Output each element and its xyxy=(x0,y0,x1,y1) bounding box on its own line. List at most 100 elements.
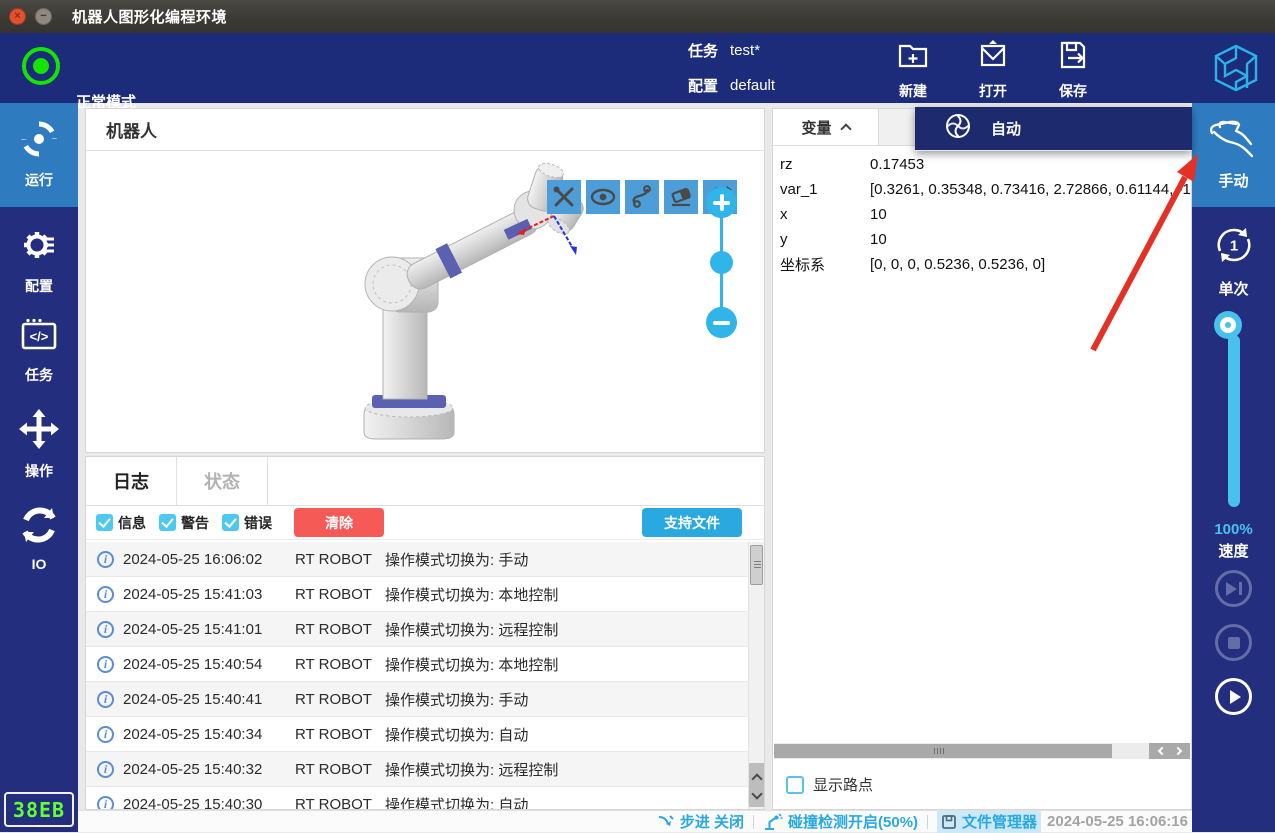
scrollbar-buttons xyxy=(1149,743,1190,759)
sidebar-item-config[interactable]: 配置 xyxy=(0,221,78,301)
log-row[interactable]: i 2024-05-25 15:40:41 RT ROBOT 操作模式切换为: … xyxy=(86,682,749,717)
scrollbar-thumb[interactable] xyxy=(774,744,1112,758)
sidebar-item-operate[interactable]: 操作 xyxy=(0,403,78,487)
zoom-in-button[interactable] xyxy=(706,187,737,218)
error-checkbox-label: 错误 xyxy=(244,513,272,533)
tools-button[interactable] xyxy=(547,180,581,214)
variable-row[interactable]: var_1 [0.3261, 0.35348, 0.73416, 2.72866… xyxy=(773,177,1191,202)
warning-checkbox[interactable] xyxy=(159,514,176,531)
eye-icon xyxy=(590,184,616,210)
variable-row[interactable]: rz 0.17453 xyxy=(773,152,1191,177)
gear-icon xyxy=(20,226,58,269)
save-floppy-icon xyxy=(1055,37,1091,78)
config-label: 配置 xyxy=(688,75,718,96)
app-header: 正常模式 任务 test* 配置 default 新建 打开 xyxy=(0,33,1275,103)
speed-slider-track[interactable] xyxy=(1228,335,1240,507)
variables-panel: 变量 rz 0.17453 var_1 [0.3261, 0.35348, 0.… xyxy=(772,108,1192,810)
log-list: i 2024-05-25 16:06:02 RT ROBOT 操作模式切换为: … xyxy=(86,542,749,809)
status-bar: 步进 关闭 碰撞检测开启(50%) 文件管理器 2024-05-25 16:06… xyxy=(78,810,1192,832)
info-icon: i xyxy=(97,691,114,708)
play-button[interactable] xyxy=(1215,678,1252,715)
robot-panel-title: 机器人 xyxy=(86,109,764,151)
code-window-icon: </> xyxy=(19,317,59,358)
info-icon: i xyxy=(97,796,114,810)
speed-value: 100% xyxy=(1192,521,1275,538)
path-icon xyxy=(629,184,655,210)
drive-icon xyxy=(941,814,957,830)
log-tabs: 日志 状态 xyxy=(86,457,764,506)
stop-button[interactable] xyxy=(1215,624,1252,661)
device-code-badge: 38EB xyxy=(4,792,74,827)
tab-status[interactable]: 状态 xyxy=(177,457,268,505)
collision-detect-status[interactable]: 碰撞检测开启(50%) xyxy=(763,811,918,832)
info-icon: i xyxy=(97,621,114,638)
log-row[interactable]: i 2024-05-25 15:41:01 RT ROBOT 操作模式切换为: … xyxy=(86,612,749,647)
move-arrows-icon xyxy=(19,409,59,454)
save-button-label: 保存 xyxy=(1059,81,1087,101)
scroll-right-icon[interactable] xyxy=(1173,747,1181,755)
visibility-button[interactable] xyxy=(586,180,620,214)
scroll-down-icon[interactable] xyxy=(751,788,762,799)
info-checkbox-label: 信息 xyxy=(118,513,146,533)
support-files-button[interactable]: 支持文件 xyxy=(642,508,742,537)
variable-row[interactable]: x 10 xyxy=(773,202,1191,227)
log-row[interactable]: i 2024-05-25 16:06:02 RT ROBOT 操作模式切换为: … xyxy=(86,542,749,577)
sidebar-item-task[interactable]: </> 任务 xyxy=(0,311,78,391)
step-forward-button[interactable] xyxy=(1215,570,1252,607)
single-run-button[interactable]: 1 单次 xyxy=(1192,221,1275,301)
sidebar-item-label: 任务 xyxy=(25,365,53,385)
zoom-out-button[interactable] xyxy=(706,307,737,338)
scrollbar-thumb[interactable] xyxy=(750,545,763,585)
chevron-up-icon xyxy=(840,123,851,134)
single-cycle-icon: 1 xyxy=(1212,223,1256,272)
info-checkbox[interactable] xyxy=(96,514,113,531)
config-row: 配置 default xyxy=(688,75,775,96)
eraser-icon xyxy=(668,184,694,210)
window-close-button[interactable]: × xyxy=(9,8,26,25)
scrollbar-buttons xyxy=(749,763,765,807)
erase-button[interactable] xyxy=(664,180,698,214)
sidebar-item-label: 运行 xyxy=(25,170,53,190)
log-row[interactable]: i 2024-05-25 15:40:32 RT ROBOT 操作模式切换为: … xyxy=(86,752,749,787)
speed-label: 速度 xyxy=(1192,540,1275,561)
tab-variables[interactable]: 变量 xyxy=(773,109,879,145)
variable-row[interactable]: 坐标系 [0, 0, 0, 0.5236, 0.5236, 0] xyxy=(773,252,1191,277)
log-row[interactable]: i 2024-05-25 15:41:03 RT ROBOT 操作模式切换为: … xyxy=(86,577,749,612)
log-row[interactable]: i 2024-05-25 15:40:54 RT ROBOT 操作模式切换为: … xyxy=(86,647,749,682)
save-button[interactable]: 保存 xyxy=(1044,37,1102,101)
log-row[interactable]: i 2024-05-25 15:40:34 RT ROBOT 操作模式切换为: … xyxy=(86,717,749,752)
log-row[interactable]: i 2024-05-25 15:40:30 RT ROBOT 操作模式切换为: … xyxy=(86,787,749,809)
sidebar-item-io[interactable]: IO xyxy=(0,499,78,579)
clear-button[interactable]: 清除 xyxy=(294,508,384,537)
variable-row[interactable]: y 10 xyxy=(773,227,1191,252)
show-waypoints-checkbox[interactable] xyxy=(786,776,804,794)
tab-log[interactable]: 日志 xyxy=(86,457,177,505)
window-minimize-button[interactable]: − xyxy=(35,8,52,25)
open-button-label: 打开 xyxy=(979,81,1007,101)
sidebar-item-label: IO xyxy=(32,556,47,572)
log-vertical-scrollbar[interactable] xyxy=(748,542,764,809)
io-cycle-icon xyxy=(20,506,58,549)
show-waypoints-row: 显示路点 xyxy=(786,774,873,795)
robot-panel: 机器人 xyxy=(85,108,765,453)
speed-slider-handle[interactable] xyxy=(1220,317,1236,333)
step-mode-status[interactable]: 步进 关闭 xyxy=(657,811,744,832)
variables-horizontal-scrollbar[interactable] xyxy=(774,743,1150,759)
step-forward-icon xyxy=(1226,582,1237,596)
manual-mode-label: 手动 xyxy=(1218,170,1248,191)
error-checkbox[interactable] xyxy=(222,514,239,531)
auto-mode-menu-item[interactable]: 自动 xyxy=(915,107,1192,151)
sidebar-item-run[interactable]: 运行 xyxy=(0,103,78,207)
info-icon: i xyxy=(97,761,114,778)
scroll-left-icon[interactable] xyxy=(1157,747,1165,755)
manual-mode-button[interactable]: 手动 xyxy=(1192,103,1275,207)
info-icon: i xyxy=(97,551,114,568)
file-manager-button[interactable]: 文件管理器 xyxy=(937,811,1041,833)
auto-mode-label: 自动 xyxy=(991,118,1021,139)
zoom-slider-handle[interactable] xyxy=(710,251,733,274)
open-button[interactable]: 打开 xyxy=(964,37,1022,101)
scroll-up-icon[interactable] xyxy=(751,773,762,784)
trajectory-button[interactable] xyxy=(625,180,659,214)
os-titlebar: × − 机器人图形化编程环境 xyxy=(0,0,1275,33)
new-button[interactable]: 新建 xyxy=(884,37,942,101)
